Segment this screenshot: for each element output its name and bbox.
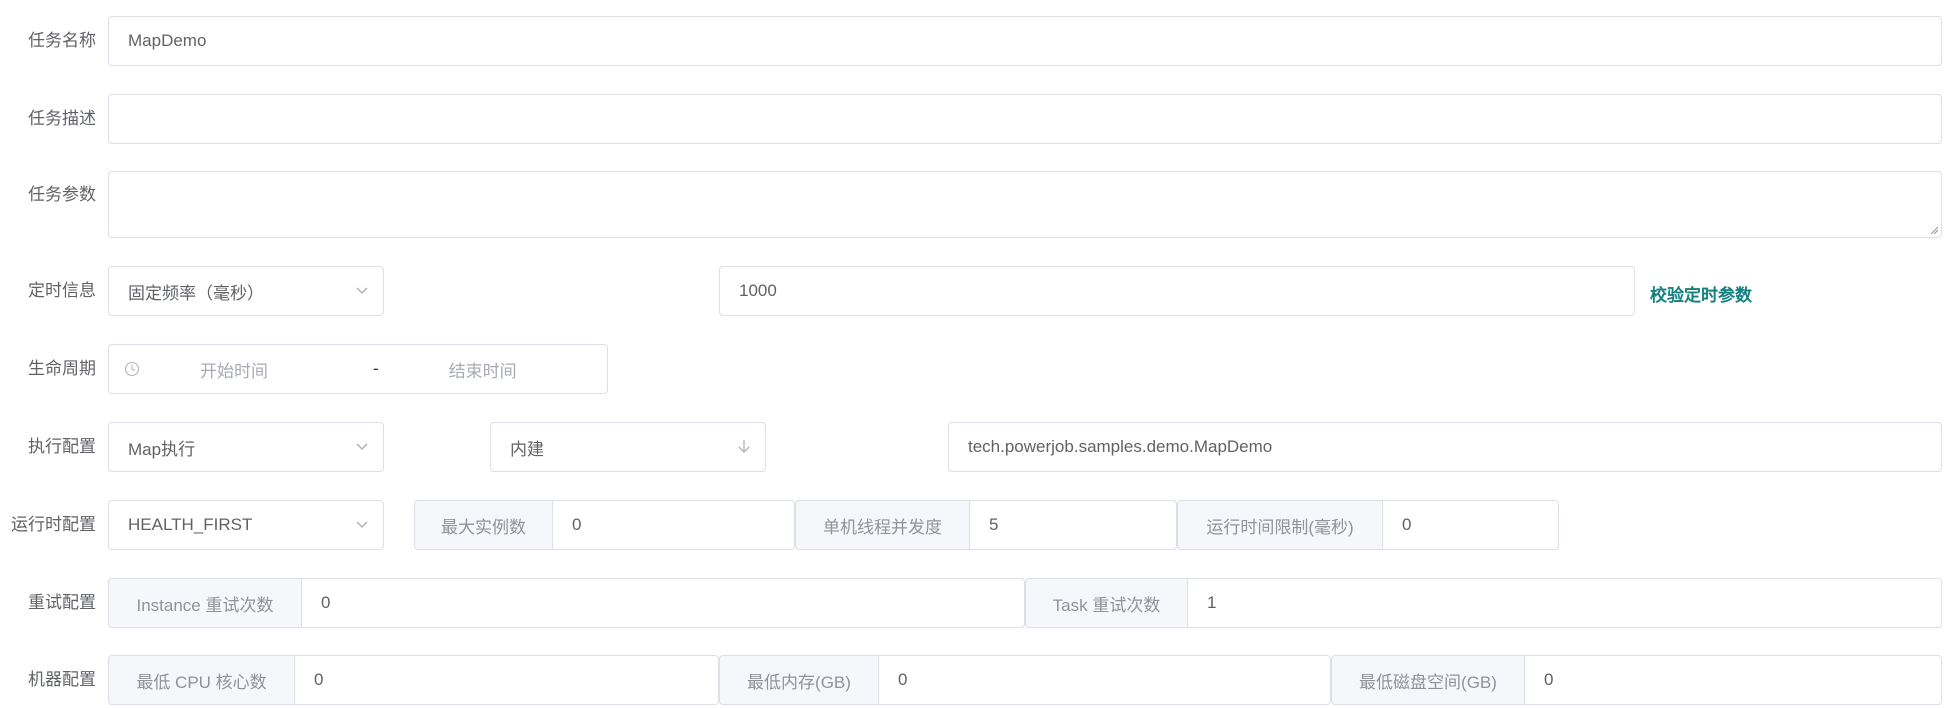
task-name-input[interactable]: MapDemo <box>108 16 1942 66</box>
time-limit-label: 运行时间限制(毫秒) <box>1177 500 1382 550</box>
range-separator: - <box>373 359 379 378</box>
min-cpu-group: 最低 CPU 核心数 0 <box>108 655 719 705</box>
timing-expression-input[interactable]: 1000 <box>719 266 1635 316</box>
execution-label: 执行配置 <box>28 437 96 456</box>
time-limit-group: 运行时间限制(毫秒) 0 <box>1177 500 1559 550</box>
task-params-textarea[interactable] <box>108 171 1942 238</box>
instance-retry-group: Instance 重试次数 0 <box>108 578 1025 628</box>
dispatch-strategy-value: HEALTH_FIRST <box>128 515 253 534</box>
timing-row: 定时信息 固定频率（毫秒） 1000 校验定时参数 <box>0 266 1951 316</box>
instance-retry-label: Instance 重试次数 <box>108 578 301 628</box>
arrow-down-icon <box>738 440 750 453</box>
machine-row: 机器配置 最低 CPU 核心数 0 最低内存(GB) 0 最低磁盘空间(GB) … <box>0 655 1951 705</box>
min-disk-label: 最低磁盘空间(GB) <box>1331 655 1524 705</box>
task-params-label: 任务参数 <box>28 185 96 204</box>
min-memory-input[interactable]: 0 <box>878 655 1331 705</box>
end-time-placeholder[interactable]: 结束时间 <box>449 357 517 382</box>
execute-type-value: Map执行 <box>128 439 196 459</box>
task-desc-row: 任务描述 <box>0 94 1951 144</box>
task-desc-input[interactable] <box>108 94 1942 144</box>
lifecycle-row: 生命周期 开始时间 - 结束时间 <box>0 344 1951 394</box>
retry-label: 重试配置 <box>28 593 96 612</box>
min-disk-group: 最低磁盘空间(GB) 0 <box>1331 655 1942 705</box>
timing-label: 定时信息 <box>28 281 96 300</box>
dispatch-strategy-select[interactable]: HEALTH_FIRST <box>108 500 384 550</box>
concurrency-label: 单机线程并发度 <box>795 500 969 550</box>
processor-type-select[interactable]: 内建 <box>490 422 766 472</box>
min-memory-group: 最低内存(GB) 0 <box>719 655 1331 705</box>
processor-info-input[interactable]: tech.powerjob.samples.demo.MapDemo <box>948 422 1942 472</box>
lifecycle-label: 生命周期 <box>28 359 96 378</box>
concurrency-group: 单机线程并发度 5 <box>795 500 1177 550</box>
chevron-down-icon <box>356 443 368 450</box>
execute-type-select[interactable]: Map执行 <box>108 422 384 472</box>
clock-icon <box>124 361 140 377</box>
retry-row: 重试配置 Instance 重试次数 0 Task 重试次数 1 <box>0 578 1951 628</box>
max-instance-label: 最大实例数 <box>414 500 552 550</box>
min-disk-input[interactable]: 0 <box>1524 655 1942 705</box>
min-memory-label: 最低内存(GB) <box>719 655 878 705</box>
task-desc-label: 任务描述 <box>28 109 96 128</box>
machine-label: 机器配置 <box>28 670 96 689</box>
resize-handle-icon[interactable] <box>1929 225 1939 235</box>
min-cpu-label: 最低 CPU 核心数 <box>108 655 294 705</box>
timing-type-select[interactable]: 固定频率（毫秒） <box>108 266 384 316</box>
min-cpu-input[interactable]: 0 <box>294 655 719 705</box>
chevron-down-icon <box>356 287 368 294</box>
max-instance-group: 最大实例数 0 <box>414 500 795 550</box>
validate-timing-link[interactable]: 校验定时参数 <box>1650 281 1752 306</box>
task-retry-label: Task 重试次数 <box>1025 578 1187 628</box>
lifecycle-date-range[interactable]: 开始时间 - 结束时间 <box>108 344 608 394</box>
task-name-label: 任务名称 <box>28 31 96 50</box>
task-name-row: 任务名称 MapDemo <box>0 16 1951 66</box>
instance-retry-input[interactable]: 0 <box>301 578 1025 628</box>
time-limit-input[interactable]: 0 <box>1382 500 1559 550</box>
processor-type-value: 内建 <box>510 439 544 459</box>
concurrency-input[interactable]: 5 <box>969 500 1177 550</box>
chevron-down-icon <box>356 521 368 528</box>
runtime-label: 运行时配置 <box>11 515 96 534</box>
max-instance-input[interactable]: 0 <box>552 500 795 550</box>
runtime-row: 运行时配置 HEALTH_FIRST 最大实例数 0 单机线程并发度 5 运行时… <box>0 500 1951 550</box>
execution-row: 执行配置 Map执行 内建 tech.powerjob.samples.demo… <box>0 422 1951 472</box>
task-retry-input[interactable]: 1 <box>1187 578 1942 628</box>
start-time-placeholder[interactable]: 开始时间 <box>200 357 268 382</box>
timing-type-value: 固定频率（毫秒） <box>128 283 264 303</box>
task-retry-group: Task 重试次数 1 <box>1025 578 1942 628</box>
task-params-row: 任务参数 <box>0 171 1951 238</box>
